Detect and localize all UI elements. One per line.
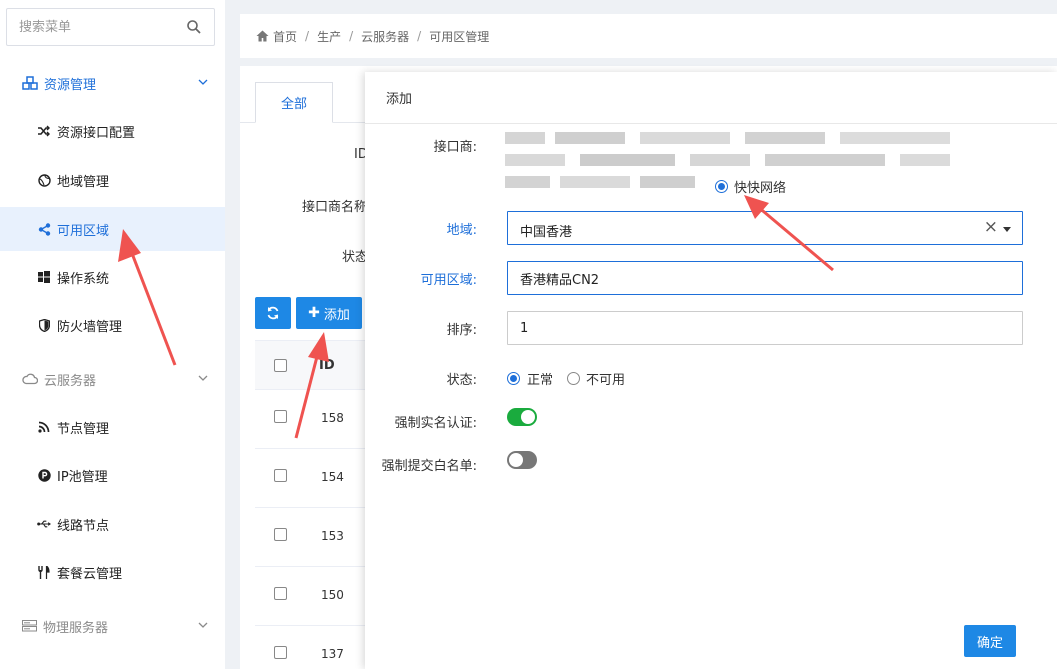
refresh-button[interactable]	[255, 297, 291, 329]
row-checkbox[interactable]	[274, 587, 287, 600]
region-selected-value: 中国香港	[520, 225, 573, 240]
add-button-label: 添加	[323, 307, 350, 323]
add-zone-dialog: 添加 接口商: 快快网络 地域: 中国香港 × 可用区域: 排序: 状态: 正常…	[365, 72, 1057, 669]
sidebar: 资源管理 资源接口配置 地域管理 可用区域 操作系统 防火墙管理 云服务器 节点…	[0, 0, 225, 669]
chevron-down-icon	[198, 375, 208, 381]
server-icon	[22, 620, 37, 632]
menu-group-resource-management[interactable]: 资源管理	[0, 63, 225, 103]
realname-toggle[interactable]	[507, 408, 537, 426]
status-radio-normal[interactable]	[507, 372, 520, 385]
breadcrumb-cloud-server[interactable]: 云服务器	[361, 28, 409, 45]
parking-icon	[37, 468, 51, 482]
status-label: 状态:	[446, 373, 477, 388]
share-icon	[37, 222, 51, 236]
status-option-label: 正常	[527, 373, 554, 388]
caret-down-icon	[1003, 227, 1011, 232]
sidebar-item-package-cloud[interactable]: 套餐云管理	[0, 550, 225, 594]
provider-radio-kuaikuai[interactable]	[715, 180, 728, 193]
menu-search-box[interactable]	[6, 8, 215, 46]
provider-label: 接口商:	[433, 140, 477, 155]
plus-icon: ✚	[308, 305, 320, 321]
shield-icon	[37, 318, 51, 332]
row-checkbox[interactable]	[274, 469, 287, 482]
add-button[interactable]: ✚ 添加	[296, 297, 362, 329]
cloud-icon	[22, 373, 38, 385]
sidebar-item-label: 资源接口配置	[57, 125, 136, 141]
sidebar-item-label: 线路节点	[57, 518, 110, 534]
menu-group-cloud-server[interactable]: 云服务器	[0, 359, 225, 399]
sort-label: 排序:	[446, 323, 477, 338]
row-checkbox[interactable]	[274, 410, 287, 423]
breadcrumb-home[interactable]: 首页	[273, 28, 297, 45]
menu-group-physical-server[interactable]: 物理服务器	[0, 606, 225, 646]
row-id: 137	[321, 647, 344, 661]
row-id: 154	[321, 470, 344, 484]
tab-all[interactable]: 全部	[255, 82, 333, 123]
sidebar-item-label: 节点管理	[57, 421, 110, 437]
sidebar-item-firewall-management[interactable]: 防火墙管理	[0, 303, 225, 347]
sidebar-item-label: 操作系统	[57, 271, 110, 287]
home-icon	[256, 30, 269, 42]
zone-label: 可用区域:	[420, 273, 477, 288]
confirm-button[interactable]: 确定	[964, 625, 1016, 657]
menu-group-label: 物理服务器	[43, 620, 109, 636]
select-all-checkbox[interactable]	[274, 359, 287, 372]
chevron-down-icon	[198, 622, 208, 628]
breadcrumb-production[interactable]: 生产	[317, 28, 341, 45]
dialog-title: 添加	[365, 72, 1057, 124]
shuffle-icon	[37, 124, 51, 138]
sidebar-item-label: 防火墙管理	[57, 319, 123, 335]
filter-provider-name-label: 接口商名称	[302, 200, 368, 215]
provider-option-label: 快快网络	[734, 181, 787, 196]
refresh-icon	[267, 306, 279, 320]
status-radio-unavailable[interactable]	[567, 372, 580, 385]
row-id: 153	[321, 529, 344, 543]
menu-group-label: 云服务器	[44, 373, 97, 389]
row-checkbox[interactable]	[274, 528, 287, 541]
status-option-label: 不可用	[586, 373, 626, 388]
sidebar-item-label: 可用区域	[57, 223, 110, 239]
region-select[interactable]: 中国香港 ×	[507, 211, 1023, 245]
globe-icon	[37, 173, 51, 187]
menu-search-input[interactable]	[7, 9, 177, 45]
sidebar-item-label: IP池管理	[57, 469, 108, 485]
search-icon[interactable]	[186, 19, 202, 35]
region-label: 地域:	[446, 223, 477, 238]
sidebar-item-label: 套餐云管理	[57, 566, 123, 582]
realname-label: 强制实名认证:	[394, 416, 477, 431]
sidebar-item-operating-system[interactable]: 操作系统	[0, 255, 225, 299]
whitelist-label: 强制提交白名单:	[381, 459, 477, 474]
sidebar-item-line-nodes[interactable]: 线路节点	[0, 502, 225, 546]
rss-icon	[37, 420, 51, 434]
sidebar-item-node-management[interactable]: 节点管理	[0, 405, 225, 449]
sidebar-item-resource-api-config[interactable]: 资源接口配置	[0, 109, 225, 153]
provider-options-redacted	[505, 128, 957, 196]
row-id: 150	[321, 588, 344, 602]
header-id: ID	[319, 358, 335, 373]
chevron-down-icon	[198, 79, 208, 85]
clear-icon[interactable]: ×	[984, 217, 998, 237]
sidebar-item-region-management[interactable]: 地域管理	[0, 158, 225, 202]
whitelist-toggle[interactable]	[507, 451, 537, 469]
breadcrumb-current: 可用区管理	[429, 29, 490, 44]
sidebar-item-label: 地域管理	[57, 174, 110, 190]
menu-group-label: 资源管理	[44, 77, 97, 93]
sidebar-item-availability-zone[interactable]: 可用区域	[0, 207, 225, 251]
sort-input[interactable]	[507, 311, 1023, 345]
row-id: 158	[321, 411, 344, 425]
usb-icon	[37, 517, 51, 531]
breadcrumb: 首页 / 生产 / 云服务器 / 可用区管理	[240, 14, 1057, 58]
cutlery-icon	[37, 565, 51, 579]
zone-name-input[interactable]	[507, 261, 1023, 295]
cubes-icon	[22, 76, 38, 90]
windows-icon	[37, 270, 51, 284]
row-checkbox[interactable]	[274, 646, 287, 659]
sidebar-item-ip-pool-management[interactable]: IP池管理	[0, 453, 225, 497]
